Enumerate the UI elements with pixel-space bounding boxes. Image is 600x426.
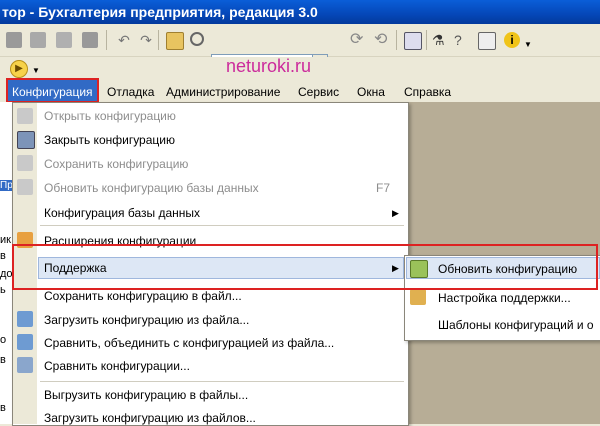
run-debug-icon[interactable]: ▶ <box>10 60 28 78</box>
menu-debug[interactable]: Отладка <box>107 85 154 99</box>
info-icon[interactable]: i <box>504 32 520 48</box>
menu-item-export-files[interactable]: Выгрузить конфигурацию в файлы... <box>44 388 248 402</box>
menu-item-load-from-file[interactable]: Загрузить конфигурацию из файла... <box>44 313 249 327</box>
left-fragment: ь <box>0 284 6 296</box>
left-fragment: до <box>0 268 13 280</box>
save-config-icon <box>17 155 33 171</box>
menu-item-compare[interactable]: Сравнить конфигурации... <box>44 359 190 373</box>
menu-separator <box>40 381 404 382</box>
left-fragment: ик <box>0 234 11 246</box>
undo-icon[interactable]: ↶ <box>116 32 132 48</box>
shortcut-f7: F7 <box>376 181 391 195</box>
redo-icon[interactable]: ↷ <box>138 32 154 48</box>
print-icon[interactable] <box>82 32 98 48</box>
paste-icon[interactable] <box>56 32 72 48</box>
document-icon[interactable] <box>478 32 496 50</box>
left-fragment: в <box>0 250 6 262</box>
menu-configuration[interactable]: Конфигурация <box>6 78 99 103</box>
cut-icon[interactable] <box>6 32 22 48</box>
menu-item-db-config[interactable]: Конфигурация базы данных <box>44 206 200 220</box>
submenu-item-support-settings[interactable]: Настройка поддержки... <box>438 291 571 305</box>
menu-help[interactable]: Справка <box>404 85 451 99</box>
close-config-icon <box>17 131 35 149</box>
menu-item-save-config[interactable]: Сохранить конфигурацию <box>44 157 188 171</box>
menu-windows[interactable]: Окна <box>357 85 385 99</box>
menu-item-open-config[interactable]: Открыть конфигурацию <box>44 109 176 123</box>
copy-icon[interactable] <box>30 32 46 48</box>
watermark: neturoki.ru <box>226 56 312 76</box>
open-folder-icon[interactable] <box>166 32 184 50</box>
update-db-icon <box>17 179 33 195</box>
wizard-icon[interactable]: ⚗ <box>432 32 448 48</box>
load-from-file-icon <box>17 311 33 327</box>
compare-icon <box>17 357 33 373</box>
magnifier-icon[interactable] <box>190 32 204 46</box>
find-prev-icon[interactable]: ⟲ <box>374 32 390 48</box>
left-fragment: в <box>0 354 6 366</box>
menu-item-close-config[interactable]: Закрыть конфигурацию <box>44 133 175 147</box>
menu-item-save-to-file[interactable]: Сохранить конфигурацию в файл... <box>44 289 242 303</box>
menu-item-import-files[interactable]: Загрузить конфигурацию из файлов... <box>44 411 256 425</box>
open-config-icon <box>17 108 33 124</box>
help-icon[interactable]: ? <box>454 32 470 48</box>
chevron-down-icon[interactable]: ▼ <box>32 66 40 75</box>
left-fragment: в <box>0 402 6 414</box>
support-settings-icon <box>410 289 426 305</box>
submenu-item-templates[interactable]: Шаблоны конфигураций и о <box>438 318 594 332</box>
toolbar-divider <box>426 30 427 50</box>
toolbar-divider <box>106 30 107 50</box>
toolbar: ↶ ↷ ▼ x ⟳ ⟲ ⚗ ? i ▼ <box>0 24 600 73</box>
menu-separator <box>40 225 404 226</box>
left-fragment: о <box>0 334 7 346</box>
menu-service[interactable]: Сервис <box>298 85 339 99</box>
menu-item-update-db[interactable]: Обновить конфигурацию базы данных <box>44 181 259 195</box>
find-next-icon[interactable]: ⟳ <box>350 32 366 48</box>
menu-item-compare-merge[interactable]: Сравнить, объединить с конфигурацией из … <box>44 336 334 350</box>
annotation-highlight-box <box>12 244 598 290</box>
compare-merge-icon <box>17 334 33 350</box>
toolbar-divider <box>396 30 397 50</box>
window-title: тор - Бухгалтерия предприятия, редакция … <box>0 0 600 24</box>
window-icon[interactable] <box>404 32 422 50</box>
menu-administration[interactable]: Администрирование <box>166 85 280 99</box>
chevron-right-icon: ▶ <box>392 208 399 218</box>
toolbar-divider <box>158 30 159 50</box>
chevron-down-icon[interactable]: ▼ <box>524 40 532 49</box>
